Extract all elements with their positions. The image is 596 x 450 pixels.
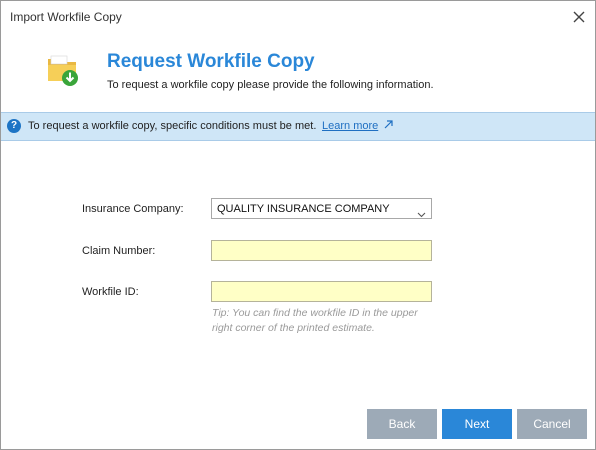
learn-more-link[interactable]: Learn more [322, 120, 378, 132]
window-title: Import Workfile Copy [10, 10, 122, 24]
info-text: To request a workfile copy, specific con… [28, 120, 317, 132]
chevron-down-icon [417, 205, 426, 223]
external-link-icon[interactable] [382, 118, 394, 136]
tip-line-2: right corner of the printed estimate. [212, 322, 375, 334]
back-button[interactable]: Back [367, 409, 437, 439]
insurance-company-label: Insurance Company: [82, 203, 184, 215]
claim-number-label: Claim Number: [82, 245, 156, 257]
info-bar: ? To request a workfile copy, specific c… [1, 112, 595, 141]
title-bar: Import Workfile Copy [1, 1, 595, 33]
cancel-button[interactable]: Cancel [517, 409, 587, 439]
insurance-company-value: QUALITY INSURANCE COMPANY [217, 203, 390, 215]
page-subtitle: To request a workfile copy please provid… [107, 79, 434, 91]
tip-line-1: Tip: You can find the workfile ID in the… [212, 307, 418, 319]
workfile-id-input[interactable] [211, 281, 432, 302]
page-title: Request Workfile Copy [107, 51, 315, 72]
question-icon: ? [7, 119, 21, 133]
workfile-id-label: Workfile ID: [82, 286, 139, 298]
workfile-id-tip: Tip: You can find the workfile ID in the… [212, 306, 442, 336]
claim-number-input[interactable] [211, 240, 432, 261]
folder-download-icon [46, 53, 82, 92]
next-button[interactable]: Next [442, 409, 512, 439]
dialog-header: Request Workfile Copy To request a workf… [1, 33, 595, 111]
insurance-company-select[interactable]: QUALITY INSURANCE COMPANY [211, 198, 432, 219]
close-icon[interactable] [569, 7, 589, 27]
dialog-window: Import Workfile Copy Request Workfile Co… [0, 0, 596, 450]
